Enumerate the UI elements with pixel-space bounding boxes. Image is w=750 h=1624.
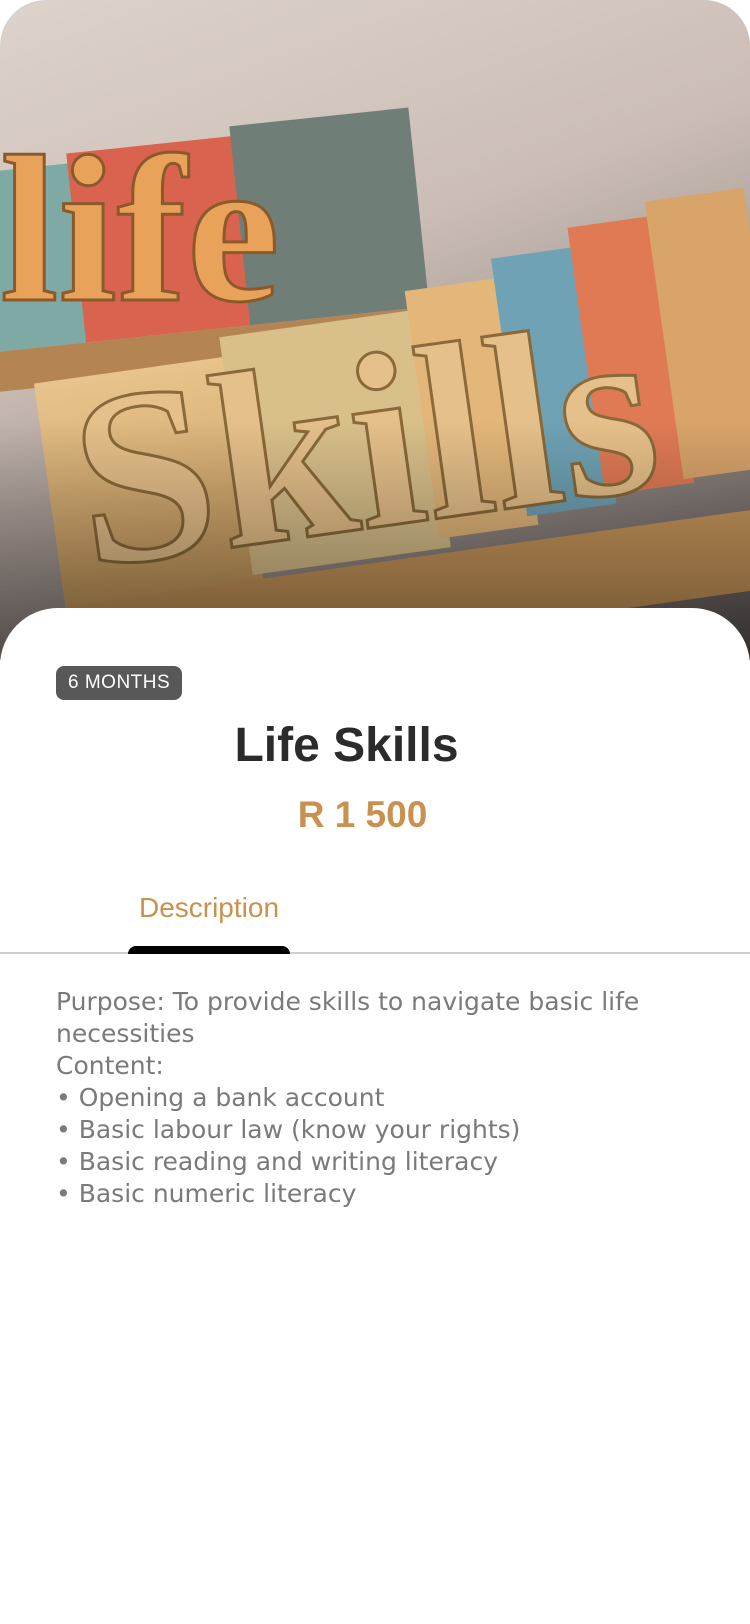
hero-word-life: life: [0, 114, 280, 346]
course-title: Life Skills: [234, 719, 459, 772]
description-text: Purpose: To provide skills to navigate b…: [56, 986, 696, 1210]
list-item: • Basic reading and writing literacy: [56, 1147, 499, 1176]
description-purpose: Purpose: To provide skills to navigate b…: [56, 987, 640, 1048]
hero-image: life Skills: [0, 0, 750, 660]
list-item: • Opening a bank account: [56, 1083, 385, 1112]
duration-badge: 6 MONTHS: [56, 666, 183, 700]
tab-description[interactable]: Description: [128, 880, 290, 954]
tab-description-label: Description: [138, 892, 280, 923]
tab-bar: Description: [0, 880, 750, 954]
active-tab-indicator: [128, 946, 290, 954]
course-price: R 1 500: [297, 794, 428, 835]
list-item: • Basic labour law (know your rights): [56, 1115, 521, 1144]
list-item: • Basic numeric literacy: [56, 1179, 357, 1208]
letterpress-blocks-illustration: life Skills: [0, 107, 750, 660]
description-content-heading: Content:: [56, 1051, 164, 1080]
